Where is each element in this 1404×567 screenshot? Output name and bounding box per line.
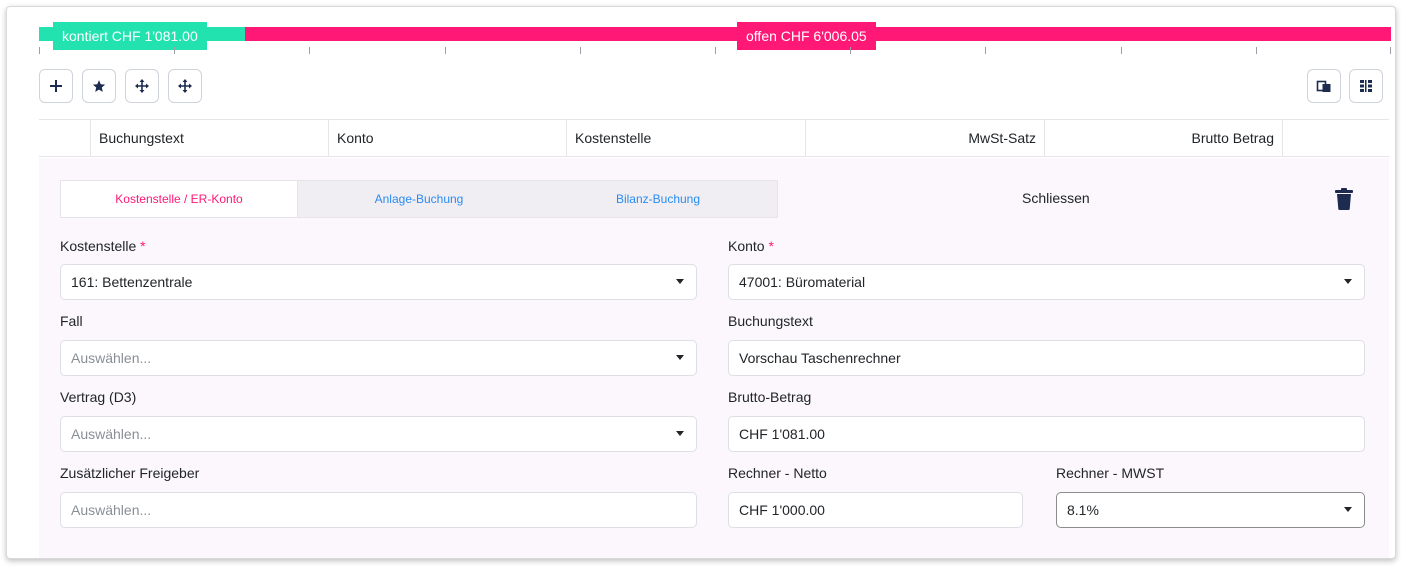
copy-button[interactable] <box>1307 69 1341 103</box>
tab-anlage-buchung[interactable]: Anlage-Buchung <box>299 181 539 217</box>
kostenstelle-select[interactable]: 161: Bettenzentrale <box>60 264 697 300</box>
column-header-kostenstelle[interactable]: Kostenstelle <box>567 120 806 157</box>
columns-icon <box>1360 80 1372 92</box>
trash-icon[interactable] <box>1335 188 1353 210</box>
vertrag-placeholder: Auswählen... <box>71 426 152 442</box>
move-icon <box>178 79 192 93</box>
progress-tick <box>1256 47 1257 54</box>
booking-progress-bar: kontiert CHF 1'081.00 offen CHF 6'006.05 <box>39 22 1391 50</box>
close-editor-button[interactable]: Schliessen <box>1022 190 1090 206</box>
contiert-label: kontiert CHF 1'081.00 <box>53 22 207 50</box>
move-all-button[interactable] <box>168 69 202 103</box>
star-icon <box>92 80 106 92</box>
tab-bilanz-buchung[interactable]: Bilanz-Buchung <box>539 181 777 217</box>
booking-table-header: Buchungstext Konto Kostenstelle MwSt-Sat… <box>39 119 1389 157</box>
freigeber-placeholder: Auswählen... <box>71 502 152 518</box>
kostenstelle-label: Kostenstelle * <box>60 238 146 254</box>
booking-type-tabs: Kostenstelle / ER-Konto Anlage-Buchung B… <box>60 180 778 218</box>
buchungstext-label: Buchungstext <box>728 313 813 329</box>
progress-tick <box>715 47 716 54</box>
progress-tick <box>39 47 40 54</box>
table-header-select <box>39 120 91 157</box>
chevron-down-icon <box>1344 279 1352 284</box>
progress-tick <box>309 47 310 54</box>
move-icon <box>135 79 149 93</box>
konto-label: Konto * <box>728 238 774 254</box>
kostenstelle-value: 161: Bettenzentrale <box>71 274 193 290</box>
progress-ticks <box>39 47 1391 55</box>
netto-input[interactable]: CHF 1'000.00 <box>728 492 1023 528</box>
progress-tick <box>1390 47 1391 54</box>
column-header-brutto-betrag[interactable]: Brutto Betrag <box>1045 120 1283 157</box>
mwst-select[interactable]: 8.1% <box>1056 492 1365 528</box>
progress-tick <box>445 47 446 54</box>
progress-tick <box>580 47 581 54</box>
add-row-button[interactable] <box>39 69 73 103</box>
offen-label: offen CHF 6'006.05 <box>737 22 876 50</box>
brutto-betrag-input[interactable]: CHF 1'081.00 <box>728 416 1365 452</box>
plus-icon <box>50 80 62 92</box>
column-header-konto[interactable]: Konto <box>329 120 567 157</box>
chevron-down-icon <box>676 431 684 436</box>
freigeber-input[interactable]: Auswählen... <box>60 492 697 528</box>
konto-value: 47001: Büromaterial <box>739 274 866 290</box>
move-button[interactable] <box>125 69 159 103</box>
columns-button[interactable] <box>1349 69 1383 103</box>
copy-icon <box>1316 80 1331 92</box>
progress-tick <box>174 47 175 54</box>
fall-placeholder: Auswählen... <box>71 350 152 366</box>
konto-select[interactable]: 47001: Büromaterial <box>728 264 1365 300</box>
freigeber-label: Zusätzlicher Freigeber <box>60 465 200 481</box>
chevron-down-icon <box>1344 507 1352 512</box>
fall-select[interactable]: Auswählen... <box>60 340 697 376</box>
booking-editor-panel: Kostenstelle / ER-Konto Anlage-Buchung B… <box>39 158 1389 558</box>
chevron-down-icon <box>676 355 684 360</box>
column-header-buchungstext[interactable]: Buchungstext <box>91 120 329 157</box>
fall-label: Fall <box>60 313 83 329</box>
progress-tick <box>850 47 851 54</box>
progress-tick <box>985 47 986 54</box>
mwst-label: Rechner - MWST <box>1056 465 1165 481</box>
column-header-mwst-satz[interactable]: MwSt-Satz <box>806 120 1045 157</box>
brutto-betrag-label: Brutto-Betrag <box>728 389 812 405</box>
progress-tick <box>1121 47 1122 54</box>
vertrag-select[interactable]: Auswählen... <box>60 416 697 452</box>
booking-window: kontiert CHF 1'081.00 offen CHF 6'006.05… <box>6 6 1396 559</box>
buchungstext-input[interactable]: Vorschau Taschenrechner <box>728 340 1365 376</box>
chevron-down-icon <box>676 279 684 284</box>
favorite-button[interactable] <box>82 69 116 103</box>
tab-kostenstelle-er-konto[interactable]: Kostenstelle / ER-Konto <box>61 181 298 217</box>
netto-label: Rechner - Netto <box>728 465 827 481</box>
mwst-value: 8.1% <box>1067 502 1099 518</box>
vertrag-label: Vertrag (D3) <box>60 389 137 405</box>
